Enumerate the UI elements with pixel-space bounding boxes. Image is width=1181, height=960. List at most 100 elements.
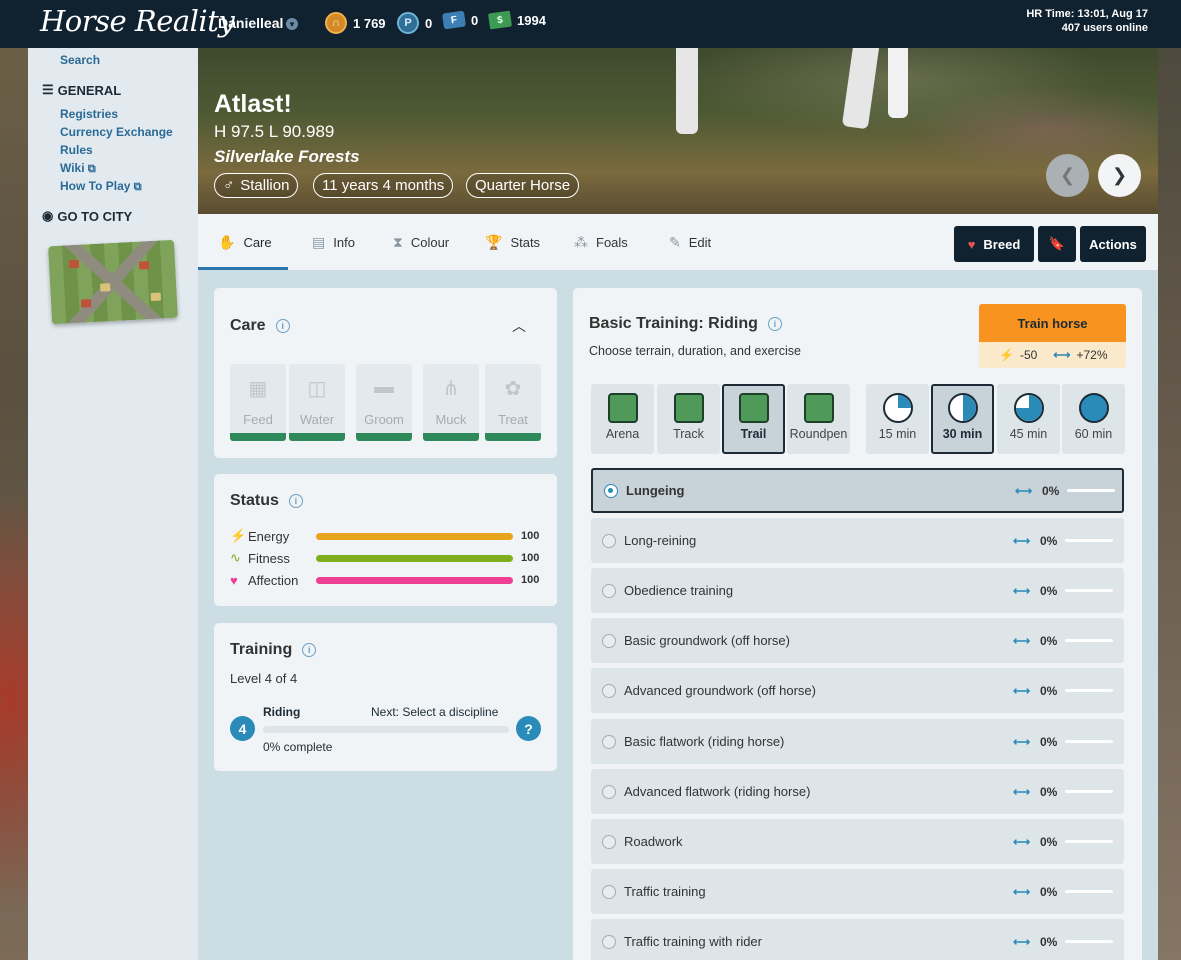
sidebar-heading-go-to-city[interactable]: ◉ GO TO CITY [42, 208, 132, 224]
site-logo[interactable]: Horse Reality [40, 4, 235, 38]
care-feed-button[interactable]: ▦ Feed [230, 364, 286, 441]
tab-care[interactable]: ✋ Care [218, 214, 272, 270]
duration-label: 15 min [878, 427, 917, 441]
lightning-icon: ⚡ [999, 348, 1014, 362]
exercise-name: Advanced groundwork (off horse) [624, 683, 816, 698]
currency-pass[interactable]: P 0 [397, 12, 432, 34]
username[interactable]: Danielleal [218, 15, 283, 31]
radio-button[interactable] [602, 934, 616, 949]
care-treat-button[interactable]: ✿ Treat [485, 364, 541, 441]
train-horse-button[interactable]: Train horse [979, 304, 1126, 342]
info-icon[interactable]: i [302, 643, 317, 657]
exercise-row[interactable]: Basic flatwork (riding horse) ⟷ 0% [591, 719, 1124, 764]
sidebar-link-search[interactable]: Search [60, 53, 100, 67]
radio-button[interactable] [602, 533, 616, 548]
horse-tabs: ✋ Care ▤ Info ⧗ Colour 🏆 Stats ⁂ Foals ✎… [198, 214, 1158, 270]
tab-info[interactable]: ▤ Info [312, 214, 355, 270]
help-button[interactable]: ? [516, 716, 541, 741]
radio-button[interactable] [604, 483, 618, 498]
terrain-roundpen[interactable]: Roundpen [787, 384, 850, 454]
currency-ticket[interactable]: F 0 [441, 10, 478, 30]
exercise-row[interactable]: Lungeing ⟷ 0% [591, 468, 1124, 513]
care-groom-button[interactable]: ▬ Groom [356, 364, 412, 441]
exercise-gain: 0% [1040, 884, 1058, 899]
exercise-row[interactable]: Advanced groundwork (off horse) ⟷ 0% [591, 668, 1124, 713]
exercise-row[interactable]: Traffic training ⟷ 0% [591, 869, 1124, 914]
dumbbell-icon: ⟷ [1013, 734, 1031, 749]
terrain-trail[interactable]: Trail [722, 384, 785, 454]
previous-horse-button[interactable]: ❮ [1046, 154, 1089, 197]
actions-button[interactable]: Actions [1080, 226, 1146, 262]
duration-60-min[interactable]: 60 min [1062, 384, 1125, 454]
tab-label: Stats [510, 234, 541, 250]
ticket-icon: F [441, 10, 467, 30]
care-muck-button[interactable]: ⋔ Muck [423, 364, 479, 441]
duration-45-min[interactable]: 45 min [997, 384, 1060, 454]
duration-15-min[interactable]: 15 min [866, 384, 929, 454]
exercise-name: Basic flatwork (riding horse) [624, 734, 785, 749]
exercise-row[interactable]: Advanced flatwork (riding horse) ⟷ 0% [591, 769, 1124, 814]
sidebar-link-label: How To Play [60, 179, 131, 193]
radio-button[interactable] [602, 633, 616, 648]
training-title: Training i [230, 641, 317, 659]
duration-30-min[interactable]: 30 min [931, 384, 994, 454]
brush-icon: ▬ [374, 376, 394, 398]
exercise-progress-bar [1067, 489, 1115, 492]
terrain-track[interactable]: Track [657, 384, 720, 454]
pulse-icon: ∿ [230, 550, 241, 565]
terrain-label: Roundpen [789, 427, 848, 441]
card-title-label: Basic Training: Riding [589, 315, 758, 332]
bookmark-button[interactable]: 🔖 [1038, 226, 1076, 262]
status-card: Status i ⚡ Energy 100 ∿ Fitness 100 ♥ Af… [214, 474, 557, 606]
breed-button[interactable]: ♥ Breed [954, 226, 1034, 262]
info-icon[interactable]: i [767, 317, 782, 331]
bookmark-icon: 🔖 [1048, 236, 1066, 251]
status-bar [316, 554, 513, 562]
dumbbell-icon: ⟷ [1015, 483, 1033, 498]
care-water-button[interactable]: ◫ Water [289, 364, 345, 441]
currency-bill[interactable]: $ 1994 [487, 10, 546, 30]
gain-value: +72% [1076, 348, 1108, 362]
exercise-row[interactable]: Long-reining ⟷ 0% [591, 518, 1124, 563]
dumbbell-icon: ⟷ [1013, 683, 1031, 698]
dumbbell-icon: ⟷ [1013, 884, 1031, 899]
info-icon[interactable]: i [275, 319, 290, 333]
exercise-row[interactable]: Obedience training ⟷ 0% [591, 568, 1124, 613]
chevron-up-icon[interactable]: ︿ [512, 316, 526, 336]
tab-colour[interactable]: ⧗ Colour [393, 214, 449, 270]
status-value: 100 [521, 552, 540, 564]
radio-button[interactable] [602, 884, 616, 899]
tab-stats[interactable]: 🏆 Stats [485, 214, 540, 270]
currency-horseshoes[interactable]: ∩ 1 769 [325, 12, 386, 34]
city-map-image[interactable] [48, 239, 178, 325]
trail-icon [738, 393, 769, 423]
list-icon: ☰ [42, 82, 54, 97]
exercise-row[interactable]: Roadwork ⟷ 0% [591, 819, 1124, 864]
radio-button[interactable] [602, 683, 616, 698]
exercise-gain: 0% [1040, 734, 1058, 749]
hay-icon: ▦ [248, 378, 268, 400]
exercise-row[interactable]: Basic groundwork (off horse) ⟷ 0% [591, 618, 1124, 663]
top-bar: Horse Reality Danielleal ▼ ∩ 1 769 P 0 F… [0, 0, 1181, 48]
radio-button[interactable] [602, 583, 616, 598]
chevron-down-icon[interactable]: ▼ [286, 18, 298, 30]
care-item-label: Groom [364, 412, 404, 427]
radio-button[interactable] [602, 834, 616, 849]
radio-button[interactable] [602, 734, 616, 749]
info-icon[interactable]: i [288, 494, 303, 508]
radio-button[interactable] [602, 784, 616, 799]
tab-foals[interactable]: ⁂ Foals [574, 214, 628, 270]
terrain-arena[interactable]: Arena [591, 384, 654, 454]
tab-edit[interactable]: ✎ Edit [669, 214, 711, 270]
sidebar-link-currency-exchange[interactable]: Currency Exchange [60, 125, 173, 139]
sidebar-link-wiki[interactable]: Wiki ⧉ [60, 161, 96, 176]
exercise-row[interactable]: Traffic training with rider ⟷ 0% [591, 919, 1124, 960]
energy-cost: -50 [1019, 348, 1038, 362]
next-horse-button[interactable]: ❯ [1098, 154, 1141, 197]
exercise-progress-bar [1065, 790, 1113, 793]
dumbbell-icon: ⟷ [1013, 633, 1031, 648]
sidebar-link-registries[interactable]: Registries [60, 107, 118, 121]
sidebar-heading-label: GENERAL [57, 82, 122, 98]
sidebar-link-how-to-play[interactable]: How To Play ⧉ [60, 179, 142, 194]
sidebar-link-rules[interactable]: Rules [60, 143, 93, 157]
